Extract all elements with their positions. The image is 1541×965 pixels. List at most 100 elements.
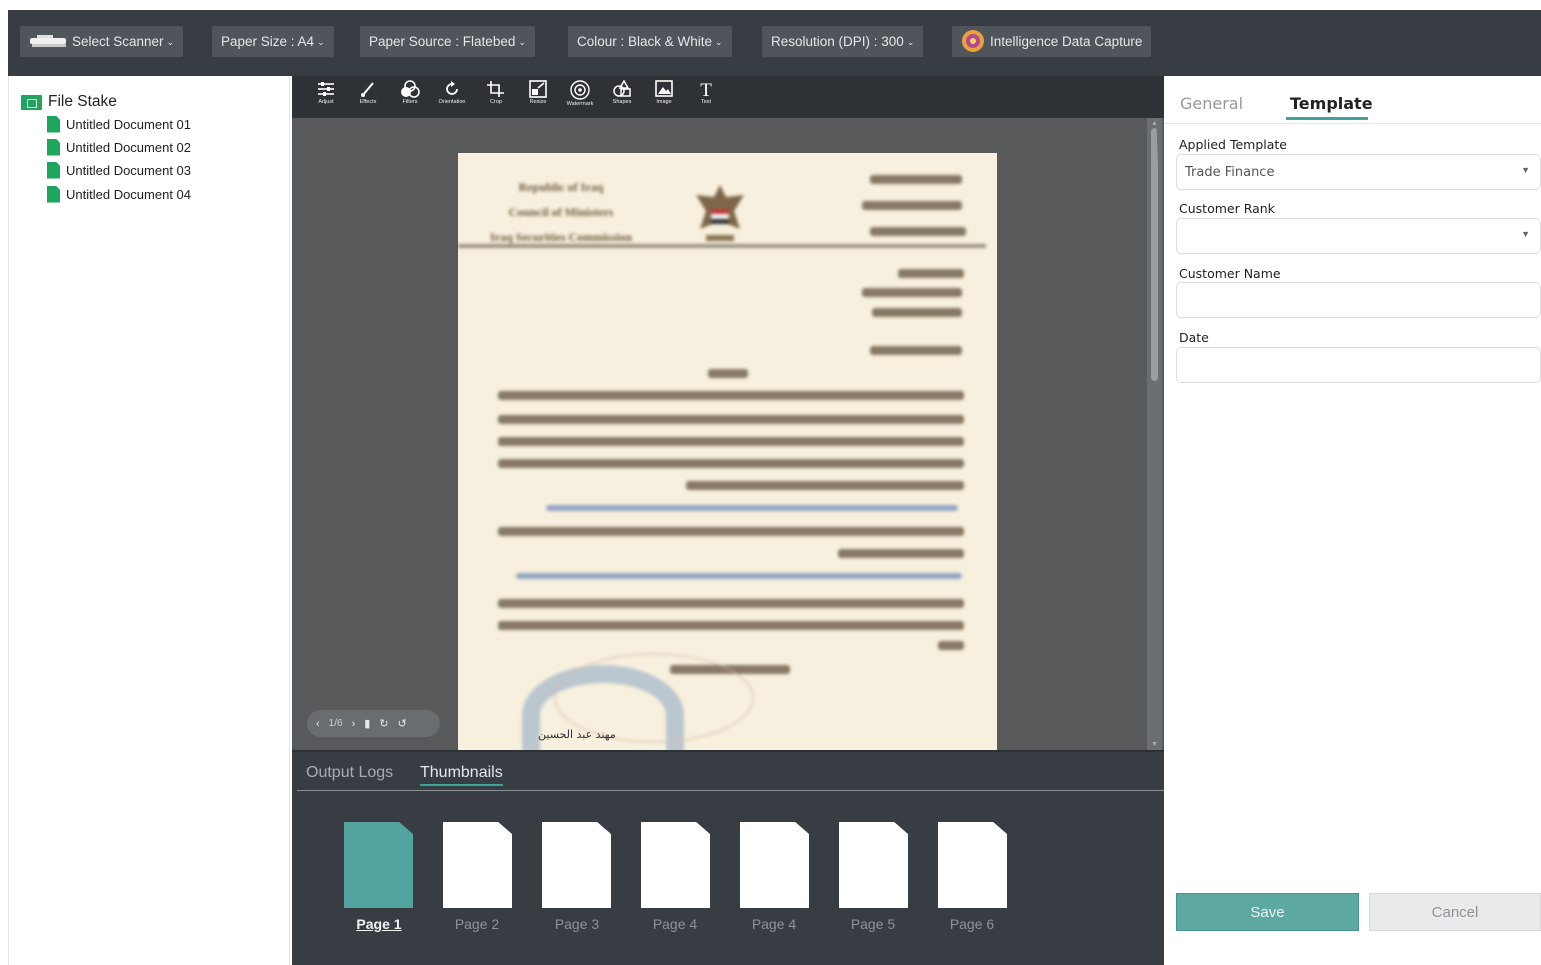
select-scanner-label: Select Scanner (72, 34, 164, 49)
thumbnail-page-3[interactable] (542, 822, 611, 908)
tool-filters[interactable]: Filters (390, 80, 430, 105)
document-header-english: Republic of Iraq Council of Ministers Ir… (466, 175, 656, 250)
text-line (498, 621, 964, 630)
folder-icon (21, 94, 42, 110)
watermark-icon (570, 80, 590, 100)
thumbnail-label[interactable]: Page 5 (828, 916, 918, 932)
rotate-icon (446, 81, 458, 95)
scroll-up-icon[interactable]: ▲ (1151, 120, 1158, 127)
thumbnail-page-6[interactable] (839, 822, 908, 908)
colour-dropdown[interactable]: Colour : Black & White ⌄ (568, 26, 732, 57)
tree-item-document-01[interactable]: Untitled Document 01 (47, 114, 191, 134)
scrollbar-thumb[interactable] (1151, 128, 1158, 381)
tab-general[interactable]: General (1180, 94, 1243, 113)
tree-item-document-04[interactable]: Untitled Document 04 (47, 184, 191, 204)
rotate-right-icon[interactable]: ↺ (398, 717, 407, 730)
save-button[interactable]: Save (1176, 893, 1359, 931)
resolution-dropdown[interactable]: Resolution (DPI) : 300 ⌄ (762, 26, 924, 57)
paper-source-dropdown[interactable]: Paper Source : Flatebed ⌄ (360, 26, 535, 57)
date-label: Date (1179, 330, 1209, 345)
tool-label: Adjust (318, 99, 334, 105)
tab-thumbnails[interactable]: Thumbnails (420, 764, 503, 786)
page-controls: ‹ 1/6 › ▮ ↻ ↺ (307, 710, 440, 737)
text-line (498, 415, 964, 424)
thumbnail-label[interactable]: Page 4 (729, 916, 819, 932)
tool-watermark[interactable]: Watermark (560, 80, 600, 107)
document-canvas[interactable]: Republic of Iraq Council of Ministers Ir… (292, 118, 1164, 750)
select-scanner-dropdown[interactable]: Select Scanner ⌄ (20, 26, 184, 57)
tool-label: Watermark (566, 101, 594, 107)
thumbnail-page-2[interactable] (443, 822, 512, 908)
applied-template-select[interactable]: Trade Finance ▼ (1176, 154, 1541, 190)
rotate-left-icon[interactable]: ↻ (379, 717, 388, 730)
document-icon (47, 185, 60, 203)
tool-shapes[interactable]: Shapes (602, 80, 642, 105)
tool-crop[interactable]: Crop (476, 80, 516, 105)
chevron-down-icon: ⌄ (518, 37, 526, 47)
tree-item-document-03[interactable]: Untitled Document 03 (47, 160, 191, 180)
thumbnail-label[interactable]: Page 6 (927, 916, 1017, 932)
arabic-header-line (870, 175, 962, 184)
paper-size-dropdown[interactable]: Paper Size : A4 ⌄ (212, 26, 334, 57)
text-icon: T (700, 80, 712, 98)
editor-area: Adjust Effects Filters Orientation Crop … (292, 76, 1167, 965)
tool-adjust[interactable]: Adjust (306, 80, 346, 105)
trash-icon[interactable]: ▮ (364, 717, 370, 730)
thumbnail-label[interactable]: Page 3 (532, 916, 622, 932)
page-counter: 1/6 (328, 718, 343, 729)
tool-effects[interactable]: Effects (348, 80, 388, 105)
signature-line: مهند عبد الحسين (538, 728, 616, 741)
thumbnail-page-5[interactable] (740, 822, 809, 908)
tree-item-label: Untitled Document 03 (66, 162, 192, 178)
tab-output-logs[interactable]: Output Logs (306, 764, 393, 782)
cancel-button[interactable]: Cancel (1369, 893, 1541, 931)
date-input[interactable] (1176, 347, 1541, 383)
file-tree-pane: File Stake Untitled Document 01 Untitled… (8, 76, 290, 965)
tab-template[interactable]: Template (1290, 94, 1373, 113)
text-line (870, 346, 962, 355)
text-line (898, 269, 964, 278)
tool-text[interactable]: T Text (686, 80, 726, 105)
scanner-icon (30, 35, 66, 48)
tree-root-file-stake[interactable]: File Stake (21, 92, 117, 112)
thumbnail-label[interactable]: Page 1 (334, 916, 424, 932)
tool-orientation[interactable]: Orientation (432, 80, 472, 105)
tool-label: Resize (529, 99, 547, 105)
tool-image[interactable]: Image (644, 80, 684, 105)
tree-item-label: Untitled Document 01 (66, 116, 192, 132)
text-line (686, 481, 964, 490)
customer-name-input[interactable] (1176, 282, 1541, 318)
thumbnail-label[interactable]: Page 2 (432, 916, 522, 932)
thumbnail-page-1[interactable] (344, 822, 413, 908)
idc-logo-icon (962, 29, 984, 52)
customer-rank-select[interactable]: ▼ (1176, 218, 1541, 254)
tool-resize[interactable]: Resize (518, 80, 558, 105)
vertical-scrollbar[interactable]: ▲ ▼ (1147, 118, 1162, 750)
text-line (498, 599, 964, 608)
tree-root-label: File Stake (48, 93, 117, 110)
header-line: Council of Ministers (508, 205, 614, 219)
scroll-down-icon[interactable]: ▼ (1151, 741, 1158, 748)
tool-label: Orientation (438, 99, 466, 105)
thumbnail-page-4[interactable] (641, 822, 710, 908)
paper-size-label: Paper Size : A4 (221, 34, 315, 49)
tree-item-document-02[interactable]: Untitled Document 02 (47, 137, 191, 157)
tool-label: Shapes (612, 99, 632, 105)
text-line (498, 391, 964, 400)
tree-item-label: Untitled Document 04 (66, 186, 192, 202)
chevron-down-icon: ⌄ (715, 37, 723, 47)
idc-label: Intelligence Data Capture (990, 34, 1143, 49)
tree-item-label: Untitled Document 02 (66, 139, 192, 155)
colour-label: Colour : Black & White (577, 34, 713, 49)
bottom-panel: Output Logs Thumbnails Page 1 Page 2 Pag… (292, 750, 1167, 965)
applied-template-value: Trade Finance (1185, 165, 1275, 180)
intelligence-data-capture-button[interactable]: Intelligence Data Capture (952, 26, 1152, 57)
thumbnail-page-7[interactable] (938, 822, 1007, 908)
chevron-right-icon[interactable]: › (352, 718, 356, 730)
chevron-down-icon: ▼ (1521, 165, 1530, 175)
thumbnail-label[interactable]: Page 4 (630, 916, 720, 932)
link-line (516, 573, 962, 579)
chevron-left-icon[interactable]: ‹ (316, 718, 320, 730)
text-line (498, 459, 964, 468)
chevron-down-icon: ⌄ (166, 37, 175, 47)
